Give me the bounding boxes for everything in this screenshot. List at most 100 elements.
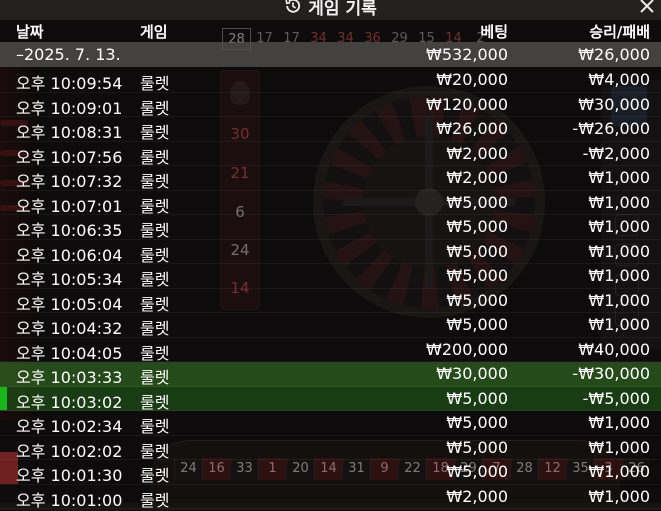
row-result: ₩1,000 (588, 192, 650, 212)
row-result: ₩1,000 (588, 241, 650, 261)
row-result: ₩40,000 (578, 339, 650, 359)
row-result: ₩30,000 (578, 94, 650, 114)
history-row[interactable]: 오후 10:02:02 룰렛 ₩5,000 ₩1,000 (0, 436, 661, 461)
row-bet: ₩30,000 (436, 364, 508, 383)
history-row[interactable]: 오후 10:06:35 룰렛 ₩5,000 ₩1,000 (0, 215, 661, 240)
row-bet: ₩200,000 (426, 339, 508, 359)
panel-title-text: 게임 기록 (308, 0, 377, 19)
row-game: 룰렛 (140, 74, 170, 93)
day-summary-row[interactable]: –2025. 7. 13. ₩532,000 ₩26,000 (0, 42, 661, 67)
row-game: 룰렛 (140, 417, 170, 436)
panel-title: 게임 기록 (0, 0, 661, 19)
row-time: 오후 10:01:30 (16, 466, 123, 485)
history-row[interactable]: 오후 10:05:34 룰렛 ₩5,000 ₩1,000 (0, 264, 661, 289)
row-bet: ₩5,000 (446, 462, 508, 481)
history-row[interactable]: 오후 10:08:31 룰렛 ₩26,000 -₩26,000 (0, 117, 661, 142)
history-row[interactable]: 오후 10:07:32 룰렛 ₩2,000 ₩1,000 (0, 166, 661, 191)
column-header-date: 날짜 (16, 23, 44, 41)
row-bet: ₩5,000 (446, 413, 508, 432)
history-row[interactable]: 오후 10:03:33 룰렛 ₩30,000 -₩30,000 (0, 362, 661, 387)
row-game: 룰렛 (140, 196, 170, 216)
row-time: 오후 10:09:54 (16, 74, 123, 93)
row-game: 룰렛 (140, 123, 170, 142)
row-time: 오후 10:05:34 (16, 270, 123, 289)
row-time: 오후 10:02:02 (16, 441, 123, 461)
history-row[interactable]: 오후 10:02:34 룰렛 ₩5,000 ₩1,000 (0, 411, 661, 436)
row-result: ₩1,000 (588, 168, 650, 187)
row-time: 오후 10:05:04 (16, 294, 123, 314)
history-row[interactable]: 오후 10:04:32 룰렛 ₩5,000 ₩1,000 (0, 313, 661, 338)
history-row[interactable]: 오후 10:09:01 룰렛 ₩120,000 ₩30,000 (0, 93, 661, 118)
row-result: ₩1,000 (588, 266, 650, 285)
row-game: 룰렛 (140, 98, 170, 118)
row-game: 룰렛 (140, 172, 170, 191)
row-time: 오후 10:07:56 (16, 147, 123, 167)
close-icon (640, 0, 654, 13)
row-bet: ₩5,000 (446, 315, 508, 334)
row-bet: ₩5,000 (446, 290, 508, 310)
row-time: 오후 10:04:05 (16, 343, 123, 363)
row-game: 룰렛 (140, 343, 170, 363)
row-time: 오후 10:07:01 (16, 196, 123, 216)
row-bet: ₩5,000 (446, 266, 508, 285)
history-row[interactable]: 오후 10:07:01 룰렛 ₩5,000 ₩1,000 (0, 191, 661, 216)
row-game: 룰렛 (140, 392, 170, 412)
row-result: ₩1,000 (588, 217, 650, 236)
history-row[interactable]: 오후 10:09:54 룰렛 ₩20,000 ₩4,000 (0, 68, 661, 93)
row-bet: ₩2,000 (446, 143, 508, 163)
row-bet: ₩5,000 (446, 192, 508, 212)
row-time: 오후 10:01:00 (16, 490, 123, 510)
row-result: -₩26,000 (572, 119, 650, 138)
row-bet: ₩5,000 (446, 217, 508, 236)
row-time: 오후 10:09:01 (16, 98, 123, 118)
row-bet: ₩5,000 (446, 388, 508, 408)
table-header: 날짜 게임 베팅 승리/패배 (0, 20, 661, 42)
summary-bet-total: ₩532,000 (426, 45, 508, 64)
row-bet: ₩120,000 (426, 94, 508, 114)
row-game: 룰렛 (140, 368, 170, 387)
row-time: 오후 10:08:31 (16, 123, 123, 142)
row-game: 룰렛 (140, 319, 170, 338)
row-result: -₩30,000 (572, 364, 650, 383)
row-time: 오후 10:06:04 (16, 245, 123, 265)
row-game: 룰렛 (140, 245, 170, 265)
row-bet: ₩20,000 (436, 70, 508, 89)
row-game: 룰렛 (140, 466, 170, 485)
summary-date: –2025. 7. 13. (16, 45, 121, 64)
column-header-result: 승리/패배 (589, 23, 650, 41)
history-icon (285, 0, 301, 13)
row-game: 룰렛 (140, 147, 170, 167)
row-bet: ₩26,000 (436, 119, 508, 138)
row-bet: ₩5,000 (446, 437, 508, 457)
history-list: 오후 10:09:54 룰렛 ₩20,000 ₩4,000 오후 10:09:01 룰렛 ₩… (0, 68, 661, 510)
row-result: ₩1,000 (588, 315, 650, 334)
history-row[interactable]: 오후 10:04:05 룰렛 ₩200,000 ₩40,000 (0, 338, 661, 363)
row-game: 룰렛 (140, 221, 170, 240)
row-result: ₩1,000 (588, 290, 650, 310)
row-game: 룰렛 (140, 294, 170, 314)
row-result: -₩5,000 (582, 388, 650, 408)
row-game: 룰렛 (140, 441, 170, 461)
summary-result-total: ₩26,000 (578, 45, 650, 64)
history-row[interactable]: 오후 10:07:56 룰렛 ₩2,000 -₩2,000 (0, 142, 661, 167)
row-game: 룰렛 (140, 490, 170, 510)
row-bet: ₩2,000 (446, 168, 508, 187)
row-time: 오후 10:04:32 (16, 319, 123, 338)
close-button[interactable] (636, 0, 658, 18)
row-result: ₩1,000 (588, 437, 650, 457)
selected-indicator (0, 386, 7, 410)
row-time: 오후 10:02:34 (16, 417, 123, 436)
row-game: 룰렛 (140, 270, 170, 289)
history-row[interactable]: 오후 10:01:00 룰렛 ₩2,000 ₩1,000 (0, 485, 661, 510)
history-row[interactable]: 오후 10:05:04 룰렛 ₩5,000 ₩1,000 (0, 289, 661, 314)
history-row[interactable]: 오후 10:06:04 룰렛 ₩5,000 ₩1,000 (0, 240, 661, 265)
column-header-bet: 베팅 (480, 23, 508, 41)
history-row[interactable]: 오후 10:03:02 룰렛 ₩5,000 -₩5,000 (0, 386, 661, 412)
row-time: 오후 10:03:33 (16, 368, 123, 387)
row-bet: ₩5,000 (446, 241, 508, 261)
column-header-game: 게임 (140, 23, 168, 41)
row-time: 오후 10:07:32 (16, 172, 123, 191)
row-result: -₩2,000 (582, 143, 650, 163)
history-row[interactable]: 오후 10:01:30 룰렛 ₩5,000 ₩1,000 (0, 460, 661, 485)
row-result: ₩4,000 (588, 70, 650, 89)
